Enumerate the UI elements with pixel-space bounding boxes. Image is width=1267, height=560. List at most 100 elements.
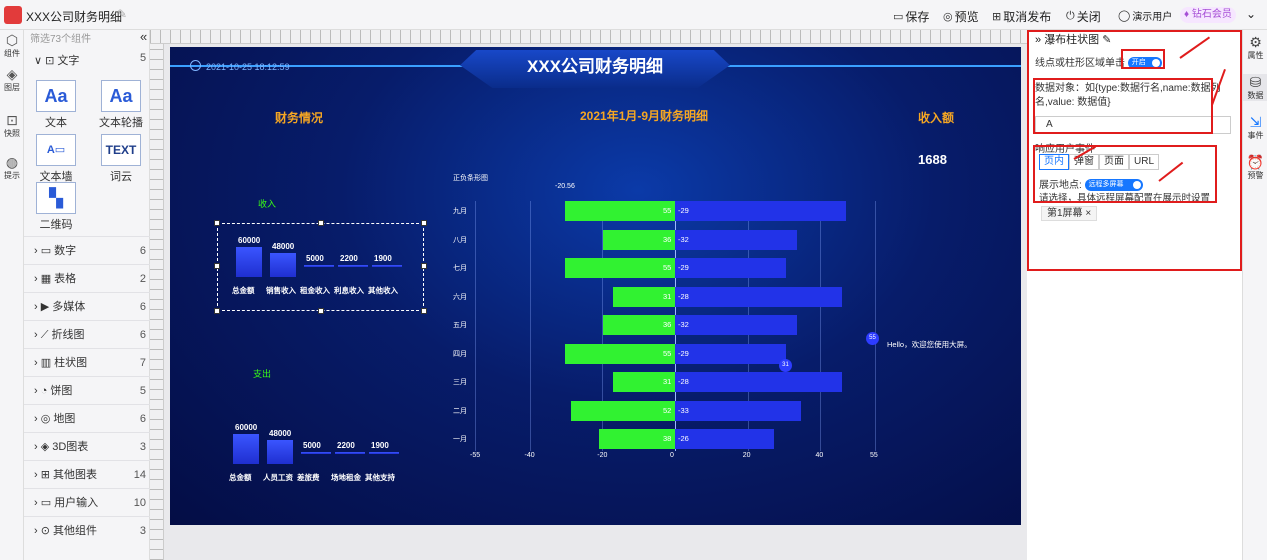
mini-bar <box>369 452 399 454</box>
tab-alert[interactable]: ⏰ 预警 <box>1243 154 1267 181</box>
mini-bar-value: 5000 <box>303 441 321 450</box>
resize-handle[interactable] <box>214 263 220 269</box>
resize-handle[interactable] <box>214 220 220 226</box>
rail-snapshot[interactable]: ⊡ 快照 <box>0 112 24 139</box>
dashboard-date: 2021-10-25 18:12:59 <box>206 62 290 72</box>
mini-bar-category: 场地租金 <box>331 473 361 482</box>
left-icon-rail: ⬡ 组件 ◈ 图层 ⊡ 快照 ◍ 提示 <box>0 30 24 560</box>
category-map[interactable]: › ◎ 地图 6 <box>24 404 150 432</box>
month-label: 六月 <box>453 293 467 301</box>
annotation-box <box>1121 49 1165 69</box>
category-other-components[interactable]: › ⊙ 其他组件 3 <box>24 516 150 544</box>
resize-handle[interactable] <box>318 308 324 314</box>
month-label: 九月 <box>453 208 467 215</box>
category-media[interactable]: › ▶ 多媒体 6 <box>24 292 150 320</box>
month-label: 七月 <box>453 265 467 272</box>
grid-line <box>475 201 476 451</box>
grid-line <box>820 201 822 451</box>
category-pie-chart[interactable]: › ◔ 饼图 5 <box>24 376 150 404</box>
resize-handle[interactable] <box>318 220 324 226</box>
layers-icon: ◈ <box>6 66 18 82</box>
resize-handle[interactable] <box>421 263 427 269</box>
tile-text-wall[interactable]: A▭ 文本墙 <box>36 134 76 184</box>
tile-text[interactable]: Aa 文本 <box>36 80 76 130</box>
properties-icon: ⚙ <box>1249 34 1262 50</box>
tab-events[interactable]: ⇲ 事件 <box>1243 114 1267 141</box>
month-label: 三月 <box>453 379 467 386</box>
mini-bar-category: 利息收入 <box>334 286 364 295</box>
unpublish-button[interactable]: ⊞ 取消发布 <box>992 8 1051 25</box>
negative-bar-value: -29 <box>678 206 689 215</box>
category-numbers[interactable]: › ▭ 数字 6 <box>24 236 150 264</box>
tile-text-carousel[interactable]: Aa 文本轮播 <box>96 80 146 130</box>
category-user-input[interactable]: › ▭ 用户输入 10 <box>24 488 150 516</box>
mini-bar <box>304 265 334 267</box>
mini-bar <box>335 452 365 454</box>
category-3d-chart[interactable]: › ◈ 3D图表 3 <box>24 432 150 460</box>
x-tick-label: 55 <box>870 452 878 459</box>
mini-bar <box>236 247 262 277</box>
rail-component[interactable]: ⬡ 组件 <box>0 32 24 59</box>
edit-title-icon[interactable]: ✎ <box>117 7 127 21</box>
negative-bar <box>675 229 798 250</box>
expense-label: 支出 <box>253 369 272 379</box>
component-icon: ⬡ <box>5 32 19 48</box>
tip-icon: ◍ <box>5 154 19 170</box>
positive-bar-value: 38 <box>663 434 672 443</box>
category-bar-chart[interactable]: › ▥ 柱状图 7 <box>24 348 150 376</box>
negative-bar-value: -28 <box>678 377 689 386</box>
component-panel: 筛选73个组件 « ∨ ⊡ 文字 5 Aa 文本 Aa 文本轮播 A▭ 文本墙 TEX… <box>24 29 150 560</box>
tooltip-dot: 31 <box>779 359 792 372</box>
eye-icon: ◎ <box>943 11 953 23</box>
tab-properties[interactable]: ⚙ 属性 <box>1243 34 1267 61</box>
negative-bar-value: -26 <box>678 434 689 443</box>
resize-handle[interactable] <box>421 220 427 226</box>
grid-line <box>875 201 876 451</box>
mini-bar-value: 60000 <box>235 423 258 432</box>
mini-bar-category: 销售收入 <box>266 286 296 295</box>
positive-bar-value: 55 <box>663 263 672 272</box>
category-other-chart[interactable]: › ⊞ 其他图表 14 <box>24 460 150 488</box>
mini-bar-value: 5000 <box>306 254 324 263</box>
center-title: 2021年1月-9月财务明细 <box>580 109 709 123</box>
negative-bar-value: -29 <box>678 263 689 272</box>
mini-bar-category: 其他支持 <box>365 473 395 482</box>
component-search-input[interactable]: 筛选73个组件 <box>30 30 126 45</box>
resize-handle[interactable] <box>214 308 220 314</box>
rail-tip[interactable]: ◍ 提示 <box>0 154 24 181</box>
positive-bar-value: 31 <box>663 377 672 386</box>
negative-bar <box>675 372 842 392</box>
category-table[interactable]: › ▦ 表格 2 <box>24 264 150 292</box>
mini-bar <box>301 452 331 454</box>
tile-word-cloud[interactable]: TEXT 词云 <box>96 134 146 184</box>
tile-qrcode[interactable]: ▚ 二维码 <box>36 182 76 232</box>
power-icon: ⏻ <box>1066 10 1075 22</box>
save-button[interactable]: ▭ 保存 <box>893 8 929 25</box>
word-cloud-icon: TEXT <box>101 134 141 166</box>
user-menu[interactable]: ◯ 演示用户 <box>1118 8 1172 23</box>
mini-bar-category: 其他收入 <box>368 286 398 295</box>
text-section-header[interactable]: ∨ ⊡ 文字 <box>34 52 79 68</box>
chevron-down-icon[interactable]: ⌄ <box>1246 7 1256 21</box>
negative-bar <box>675 201 846 221</box>
collapse-panel-icon[interactable]: « <box>140 29 147 44</box>
mini-bar-value: 48000 <box>269 429 292 438</box>
category-line-chart[interactable]: › ⟋ 折线图 6 <box>24 320 150 348</box>
dashboard-screen: XXX公司财务明细 2021-10-25 18:12:59 财务情况 2021年… <box>170 47 1021 525</box>
x-tick-label: 40 <box>815 452 824 459</box>
preview-button[interactable]: ◎ 预览 <box>943 8 979 25</box>
income-title: 收入额 <box>918 111 955 125</box>
mini-bar-value: 48000 <box>272 242 295 251</box>
close-button[interactable]: ⏻ 关闭 <box>1066 8 1101 25</box>
rail-layers[interactable]: ◈ 图层 <box>0 66 24 93</box>
tab-data[interactable]: ⛁ 数据 <box>1243 74 1267 101</box>
top-marker-label: -20.56 <box>555 183 575 190</box>
negative-bar <box>675 258 786 278</box>
right-icon-rail: ⚙ 属性 ⛁ 数据 ⇲ 事件 ⏰ 预警 <box>1242 30 1267 560</box>
clock-icon <box>190 60 201 71</box>
negative-bar <box>675 315 798 335</box>
snapshot-icon: ⊡ <box>6 112 18 128</box>
x-tick-label: -55 <box>470 452 481 459</box>
resize-handle[interactable] <box>421 308 427 314</box>
app-logo-icon <box>4 6 22 24</box>
